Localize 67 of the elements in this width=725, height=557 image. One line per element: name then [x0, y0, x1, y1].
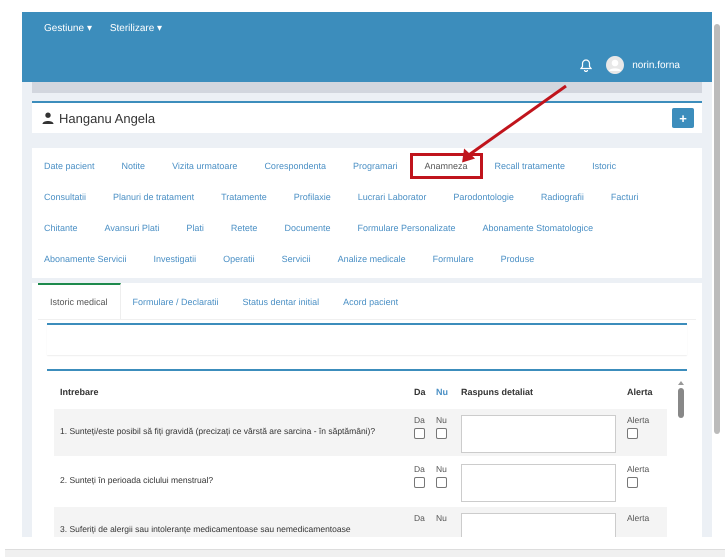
checkbox-label: Da — [414, 513, 425, 523]
section-tab[interactable]: Tratamente — [221, 186, 267, 206]
checkbox-label: Da — [414, 415, 425, 425]
add-button[interactable]: + — [672, 108, 694, 128]
patient-name: Hanganu Angela — [59, 110, 156, 126]
section-tab[interactable]: Planuri de tratament — [113, 186, 194, 206]
section-tab[interactable]: Servicii — [282, 248, 311, 268]
checkbox[interactable] — [627, 477, 638, 488]
checkbox-label: Alerta — [627, 415, 650, 425]
section-tab[interactable]: Programari — [352, 156, 398, 176]
page-scrollbar[interactable] — [714, 24, 720, 434]
section-tab[interactable]: Vizita urmatoare — [172, 156, 238, 176]
checkbox-label: Alerta — [627, 464, 650, 474]
checkbox[interactable] — [436, 477, 447, 488]
section-tab[interactable]: Istoric — [592, 156, 616, 176]
section-tab[interactable]: Facturi — [610, 186, 638, 206]
nav-menu[interactable]: Sterilizare ▾ — [110, 22, 162, 34]
section-tab[interactable]: Avansuri Plati — [104, 218, 160, 238]
section-tab[interactable]: Chitante — [44, 218, 78, 238]
question-text: 3. Suferiți de alergii sau intoleranțe medicamentoase sau nemedicamentoase — [59, 524, 352, 534]
question-text: 1. Sunteți/este posibil să fiți gravidă (precizați ce vârstă are sarcina - în săptămâni)? — [59, 426, 376, 436]
column-header: Intrebare — [59, 387, 100, 397]
section-tab[interactable]: Abonamente Stomatologice — [482, 218, 594, 238]
section-tab[interactable]: Formulare Personalizate — [357, 218, 456, 238]
section-tab[interactable]: Notite — [122, 156, 146, 176]
section-tab[interactable]: Date pacient — [44, 156, 95, 176]
section-tab[interactable]: Abonamente Servicii — [44, 248, 127, 268]
section-tab[interactable]: Corespondenta — [264, 156, 326, 176]
scroll-up-icon[interactable] — [678, 381, 684, 385]
nav-menu[interactable]: Gestiune ▾ — [44, 22, 92, 34]
column-header: Alerta — [627, 387, 653, 397]
checkbox[interactable] — [627, 428, 638, 439]
column-header: Raspuns detaliat — [461, 387, 534, 397]
question-text: 2. Sunteți în perioada ciclului menstrual? — [59, 475, 214, 485]
checkbox-label: Da — [414, 464, 425, 474]
checkbox-label: Nu — [436, 464, 447, 474]
section-tab[interactable]: Retete — [230, 218, 258, 238]
section-tab[interactable]: Profilaxie — [294, 186, 331, 206]
section-tab[interactable]: Documente — [284, 218, 330, 238]
section-tab[interactable]: Radiografii — [540, 186, 584, 206]
column-header: Nu — [436, 387, 449, 397]
section-tab[interactable]: Formulare — [432, 248, 474, 268]
section-tab[interactable]: Plati — [186, 218, 204, 238]
user-icon — [42, 112, 54, 124]
bell-icon[interactable] — [580, 58, 592, 72]
column-header: Da — [414, 387, 427, 397]
checkbox-label: Nu — [436, 513, 447, 523]
avatar-icon[interactable] — [606, 56, 624, 74]
scrollbar-thumb[interactable] — [678, 388, 684, 418]
sub-tab[interactable]: Istoric medical — [38, 283, 121, 319]
checkbox[interactable] — [414, 428, 425, 439]
section-tab[interactable]: Investigatii — [154, 248, 196, 268]
sub-tab[interactable]: Formulare / Declaratii — [120, 283, 231, 319]
section-tab[interactable]: Operatii — [223, 248, 255, 268]
sub-tab[interactable]: Acord pacient — [331, 283, 410, 319]
checkbox-label: Alerta — [627, 513, 650, 523]
user-name[interactable]: norin.forna — [632, 60, 680, 70]
section-tab[interactable]: Produse — [500, 248, 534, 268]
section-tab[interactable]: Consultatii — [44, 186, 86, 206]
checkbox-label: Nu — [436, 415, 447, 425]
section-tab[interactable]: Lucrari Laborator — [358, 186, 426, 206]
section-tab[interactable]: Parodontologie — [453, 186, 514, 206]
section-tab[interactable]: Analize medicale — [338, 248, 406, 268]
checkbox[interactable] — [414, 477, 425, 488]
sub-tab[interactable]: Status dentar initial — [230, 283, 332, 319]
checkbox[interactable] — [436, 428, 447, 439]
section-tab[interactable]: Recall tratamente — [494, 156, 566, 176]
